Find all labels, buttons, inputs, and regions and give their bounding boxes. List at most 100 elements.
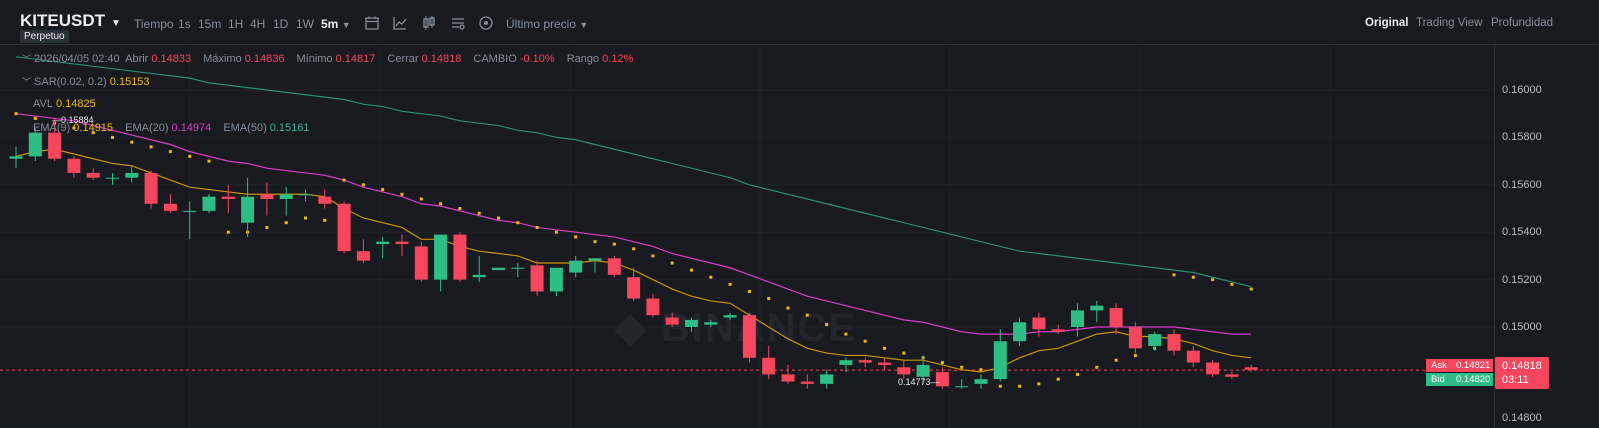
symbol-selector[interactable]: KITEUSDT ▼	[20, 11, 121, 31]
sar-dot	[381, 188, 385, 192]
sar-dot	[651, 254, 655, 258]
open-label: Abrir	[125, 53, 149, 65]
candle-body	[1206, 362, 1220, 375]
timeframe-tiempo[interactable]: Tiempo	[134, 17, 174, 31]
sar-dot	[516, 221, 520, 225]
candle-body	[878, 362, 891, 365]
calendar-icon[interactable]	[364, 15, 380, 31]
ask-tag: Ask 0.14821	[1426, 359, 1493, 372]
ohlc-date: 2026/04/05 02:40	[34, 53, 120, 65]
sar-dot	[168, 150, 172, 154]
candle-body	[665, 317, 679, 325]
sar-dot	[690, 268, 693, 272]
avl-legend[interactable]: AVL 0.14825	[33, 98, 105, 110]
sar-dot	[883, 346, 886, 350]
timeframe-5m-label: 5m	[321, 17, 339, 31]
candle-body	[144, 172, 158, 204]
countdown-timer: 03:11	[1502, 374, 1529, 386]
candle-body	[781, 374, 795, 382]
price-chart[interactable]	[0, 45, 1494, 428]
sar-dot	[400, 192, 404, 196]
sar-dot	[33, 116, 37, 120]
candle-body	[183, 210, 197, 212]
candle-body	[742, 315, 756, 358]
change-label: CAMBIO	[473, 53, 517, 65]
candle-body	[646, 298, 660, 316]
view-trading-view[interactable]: Trading View	[1416, 17, 1482, 29]
view-depth[interactable]: Profundidad	[1491, 17, 1553, 29]
range-value: 0.12%	[602, 53, 634, 65]
ema9-line	[15, 148, 1252, 373]
sar-legend[interactable]: ﹀ SAR(0.02, 0.2) 0.15153	[22, 75, 159, 88]
candle-body	[434, 234, 448, 280]
timeframe-1d[interactable]: 1D	[273, 17, 288, 31]
timeframe-15m[interactable]: 15m	[198, 17, 221, 31]
sar-label: SAR(0.02, 0.2)	[34, 76, 107, 88]
timeframe-1w[interactable]: 1W	[296, 17, 314, 31]
chart-toolbar: KITEUSDT ▼ Perpetuo Tiempo 1s 15m 1H 4H 1…	[0, 0, 1599, 45]
candle-body	[337, 203, 351, 252]
sar-dot	[207, 159, 211, 163]
price-type-selector[interactable]: Último precio ▼	[506, 17, 588, 31]
price-type-label: Último precio	[506, 17, 577, 31]
candle-body	[1051, 329, 1065, 332]
sar-dot	[1095, 365, 1099, 369]
sar-dot	[535, 225, 539, 229]
open-value: 0.14833	[151, 53, 192, 65]
timeframe-1s[interactable]: 1s	[178, 17, 191, 31]
timeframe-1h[interactable]: 1H	[228, 17, 243, 31]
sar-dot	[419, 197, 423, 201]
bid-label: Bid	[1431, 374, 1445, 385]
sar-dot	[1114, 358, 1118, 362]
candle-body	[453, 234, 467, 280]
target-icon[interactable]	[478, 15, 494, 31]
candle-body	[106, 177, 119, 179]
sar-dot	[1018, 384, 1022, 388]
close-label: Cerrar	[387, 53, 419, 65]
candle-body	[685, 319, 698, 327]
sar-dot	[1037, 382, 1041, 386]
collapse-chevron-icon[interactable]: ﹀	[22, 54, 31, 64]
collapse-chevron-icon[interactable]: ﹀	[22, 77, 31, 87]
candle-body	[414, 246, 428, 280]
low-value: 0.14817	[335, 53, 376, 65]
sar-dot	[960, 365, 964, 369]
sar-dot	[1133, 353, 1137, 357]
ema20-value: 0.14974	[171, 122, 212, 134]
settings-sliders-icon[interactable]	[450, 15, 466, 31]
high-annotation-value: 0.15884	[61, 115, 94, 125]
sar-dot	[1076, 372, 1079, 376]
sar-dot	[149, 145, 153, 149]
ema20-line	[15, 113, 1252, 335]
axis-tick: 0.15400	[1502, 226, 1542, 238]
sar-dot	[439, 202, 443, 206]
indicator-chart-icon[interactable]	[392, 15, 408, 31]
ema20-label: EMA(20)	[125, 122, 169, 134]
axis-tick: 0.15600	[1502, 179, 1542, 191]
candle-body	[1013, 322, 1027, 342]
candle-body	[395, 241, 409, 245]
chevron-down-icon: ▼	[579, 20, 589, 30]
sar-dot	[709, 275, 713, 279]
sar-dot	[979, 368, 983, 372]
sar-dot	[574, 235, 578, 239]
candle-body	[1071, 310, 1084, 327]
range-label: Rango	[566, 53, 600, 65]
candle-body	[48, 132, 62, 159]
candle-body	[569, 260, 583, 273]
sar-dot	[940, 361, 944, 365]
candle-body	[221, 196, 235, 200]
timeframe-5m[interactable]: 5m ▼	[321, 17, 351, 31]
sar-dot	[477, 211, 481, 215]
sar-dot	[593, 240, 597, 244]
view-original[interactable]: Original	[1365, 17, 1408, 29]
candle-type-icon[interactable]	[421, 15, 437, 31]
sar-dot	[111, 135, 114, 139]
sar-dot	[902, 351, 906, 355]
timeframe-4h[interactable]: 4H	[250, 17, 265, 31]
avl-label: AVL	[33, 98, 53, 110]
avl-value: 0.14825	[55, 98, 96, 110]
candle-body	[607, 258, 621, 275]
low-label: Mínimo	[296, 53, 333, 65]
ema50-label: EMA(50)	[223, 122, 267, 134]
